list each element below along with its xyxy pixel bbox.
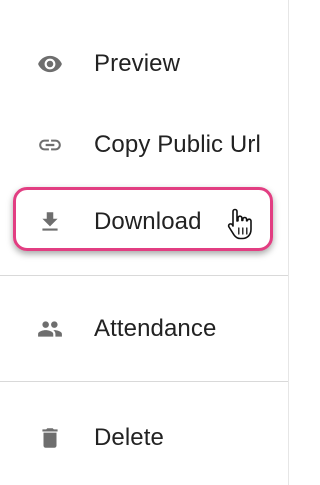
download-icon	[37, 209, 63, 235]
menu-item-preview[interactable]: Preview	[0, 38, 288, 90]
menu-item-delete[interactable]: Delete	[0, 412, 288, 464]
menu-item-label: Delete	[94, 424, 164, 451]
menu-item-label: Preview	[94, 50, 181, 77]
menu-item-label: Download	[94, 208, 202, 235]
menu-item-label: Copy Public Url	[94, 131, 261, 158]
people-icon	[37, 316, 63, 342]
menu-divider	[0, 381, 288, 382]
menu-item-copy-public-url[interactable]: Copy Public Url	[0, 119, 288, 171]
menu-item-label: Attendance	[94, 315, 217, 342]
menu-item-attendance[interactable]: Attendance	[0, 303, 288, 355]
eye-icon	[37, 51, 63, 77]
trash-icon	[37, 425, 63, 451]
link-icon	[37, 132, 63, 158]
menu-item-download[interactable]: Download	[0, 196, 288, 248]
menu-divider	[0, 275, 288, 276]
context-menu: Preview Copy Public Url Download Attenda…	[0, 0, 289, 485]
